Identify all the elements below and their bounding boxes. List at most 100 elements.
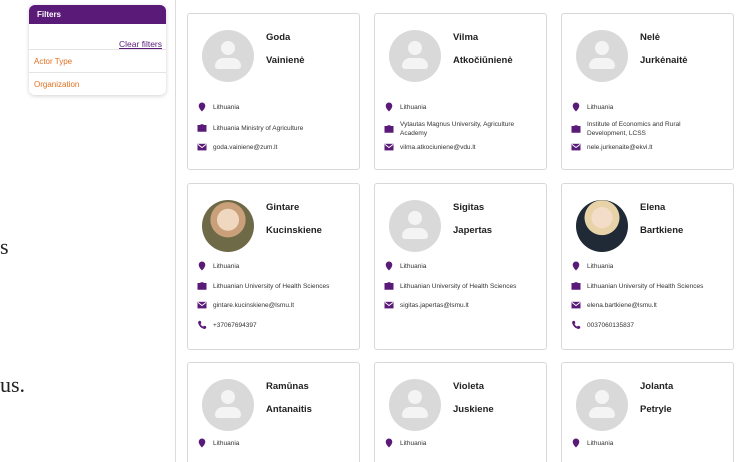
organization-row: Vytautas Magnus University, Agriculture … <box>384 120 544 138</box>
envelope-icon <box>384 301 394 309</box>
country: Lithuania <box>400 262 427 270</box>
avatar-person-icon <box>595 41 609 55</box>
phone[interactable]: +37067694397 <box>213 321 257 330</box>
avatar-person-icon <box>408 41 422 55</box>
last-name: Kucinskiene <box>266 225 322 236</box>
first-name: Goda <box>266 32 291 43</box>
country-row: Lithuania <box>384 261 544 271</box>
organization: Lithuania Ministry of Agriculture <box>213 124 304 132</box>
email[interactable]: elena.bartkiene@lsmu.lt <box>587 301 657 310</box>
avatar-placeholder <box>202 379 254 431</box>
email[interactable]: gintare.kucinskiene@lsmu.lt <box>213 301 294 310</box>
filter-organization[interactable]: Organization <box>29 73 166 95</box>
envelope-icon <box>571 143 581 151</box>
location-pin-icon <box>572 102 580 112</box>
country: Lithuania <box>213 262 240 270</box>
location-pin-icon <box>385 261 393 271</box>
email[interactable]: nele.jurkenaite@ekvi.lt <box>587 143 653 152</box>
clear-filters-row: Clear filters <box>29 24 166 50</box>
last-name: Petryle <box>640 404 672 415</box>
organization: Vytautas Magnus University, Agriculture … <box>400 121 515 137</box>
background-text-fragment: s <box>0 234 9 259</box>
last-name: Antanaitis <box>266 404 312 415</box>
organization-row: Lithuanian University of Health Sciences <box>197 281 357 291</box>
first-name: Jolanta <box>640 381 674 392</box>
last-name: Juskiene <box>453 404 494 415</box>
first-name: Vilma <box>453 32 479 43</box>
country-row: Lithuania <box>197 102 357 112</box>
avatar-photo <box>576 200 628 252</box>
location-pin-icon <box>572 438 580 448</box>
first-name: Sigitas <box>453 202 485 213</box>
location-pin-icon <box>572 261 580 271</box>
last-name: Japertas <box>453 225 493 236</box>
phone-row: 0037060135837 <box>571 320 731 330</box>
last-name: Vainienė <box>266 55 305 66</box>
organization-row: Institute of Economics and Rural Develop… <box>571 120 731 138</box>
background-text-fragment: us. <box>0 372 26 397</box>
email[interactable]: goda.vainiene@zum.lt <box>213 143 277 152</box>
envelope-icon <box>571 301 581 309</box>
actor-card[interactable]: Violeta Juskiene Lithuania <box>374 362 547 462</box>
first-name: Nelė <box>640 32 661 43</box>
country: Lithuania <box>213 103 240 111</box>
briefcase-icon <box>571 282 581 290</box>
organization-row: Lithuanian University of Health Sciences <box>571 281 731 291</box>
briefcase-icon <box>571 125 581 133</box>
phone-row: +37067694397 <box>197 320 357 330</box>
avatar-placeholder <box>576 379 628 431</box>
first-name: Gintare <box>266 202 300 213</box>
organization-row: Lithuanian University of Health Sciences <box>384 281 544 291</box>
envelope-icon <box>384 143 394 151</box>
filters-title: Filters <box>29 5 166 24</box>
last-name: Bartkiene <box>640 225 684 236</box>
avatar-person-icon <box>408 211 422 225</box>
country-row: Lithuania <box>384 438 544 448</box>
first-name: Ramūnas <box>266 381 309 392</box>
actor-card[interactable]: Gintare Kucinskiene Lithuania Lithuanian… <box>187 183 360 350</box>
first-name: Violeta <box>453 381 484 392</box>
envelope-icon <box>197 301 207 309</box>
email-row: elena.bartkiene@lsmu.lt <box>571 300 731 310</box>
first-name: Elena <box>640 202 666 213</box>
country: Lithuania <box>587 439 614 447</box>
email-row: vilma.atkociuniene@vdu.lt <box>384 142 544 152</box>
email[interactable]: vilma.atkociuniene@vdu.lt <box>400 143 476 152</box>
country-row: Lithuania <box>197 438 357 448</box>
avatar-placeholder <box>389 379 441 431</box>
email[interactable]: sigitas.japertas@lsmu.lt <box>400 301 469 310</box>
location-pin-icon <box>198 102 206 112</box>
country-row: Lithuania <box>571 438 731 448</box>
email-row: nele.jurkenaite@ekvi.lt <box>571 142 731 152</box>
filter-actor-type[interactable]: Actor Type <box>29 50 166 73</box>
last-name: Jurkėnaitė <box>640 55 688 66</box>
actor-card[interactable]: Vilma Atkočiūnienė Lithuania Vytautas Ma… <box>374 13 547 170</box>
phone[interactable]: 0037060135837 <box>587 321 634 330</box>
briefcase-icon <box>384 282 394 290</box>
actor-card[interactable]: Sigitas Japertas Lithuania Lithuanian Un… <box>374 183 547 350</box>
country: Lithuania <box>587 262 614 270</box>
avatar-placeholder <box>576 30 628 82</box>
avatar-person-icon <box>408 390 422 404</box>
country: Lithuania <box>587 103 614 111</box>
actor-card[interactable]: Jolanta Petryle Lithuania <box>561 362 734 462</box>
country: Lithuania <box>400 439 427 447</box>
organization: Lithuanian University of Health Sciences <box>213 282 330 290</box>
country: Lithuania <box>213 439 240 447</box>
actor-card[interactable]: Elena Bartkiene Lithuania Lithuanian Uni… <box>561 183 734 350</box>
email-row: sigitas.japertas@lsmu.lt <box>384 300 544 310</box>
location-pin-icon <box>385 438 393 448</box>
avatar-placeholder <box>389 200 441 252</box>
clear-filters-link[interactable]: Clear filters <box>119 39 162 49</box>
country: Lithuania <box>400 103 427 111</box>
country-row: Lithuania <box>571 261 731 271</box>
organization: Lithuanian University of Health Sciences <box>400 282 517 290</box>
phone-icon <box>572 320 581 329</box>
location-pin-icon <box>198 261 206 271</box>
actor-card[interactable]: Nelė Jurkėnaitė Lithuania Institute of E… <box>561 13 734 170</box>
actor-card[interactable]: Ramūnas Antanaitis Lithuania <box>187 362 360 462</box>
email-row: gintare.kucinskiene@lsmu.lt <box>197 300 357 310</box>
briefcase-icon <box>384 125 394 133</box>
actor-card[interactable]: Goda Vainienė Lithuania Lithuania Minist… <box>187 13 360 170</box>
phone-icon <box>198 320 207 329</box>
